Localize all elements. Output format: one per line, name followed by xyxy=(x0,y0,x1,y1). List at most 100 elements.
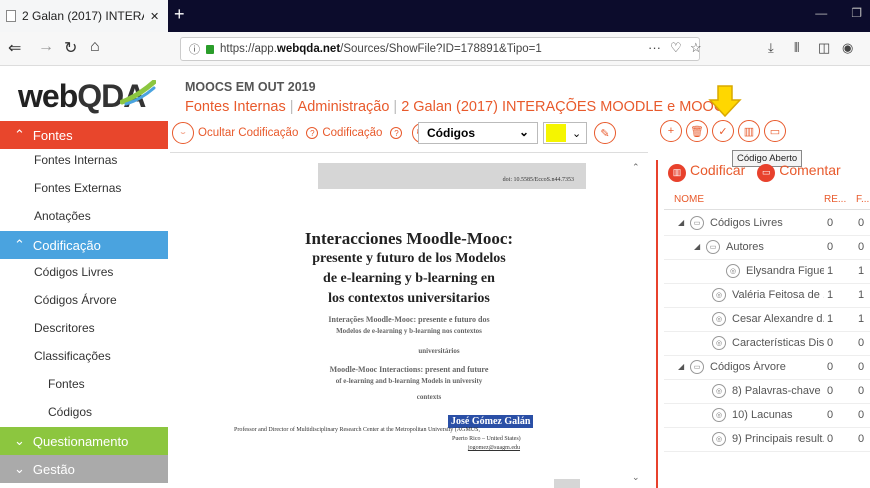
tree-row-f: 0 xyxy=(858,337,865,349)
help-icon[interactable]: ? xyxy=(306,127,319,139)
sidebar-item-codigos-livres[interactable]: Códigos Livres xyxy=(34,265,113,279)
browser-tab[interactable]: 2 Galan (2017) INTERAÇÕES M ✕ xyxy=(0,0,168,32)
sidebar-section-fontes[interactable]: ⌃ Fontes xyxy=(0,121,168,149)
hide-coding-button[interactable]: Ocultar Codificação xyxy=(198,127,298,139)
sidebar-section-questionamento[interactable]: ⌄ Questionamento xyxy=(0,427,168,455)
document-viewer[interactable]: doi: 10.5585/EccoS.n44.7353 Interaccione… xyxy=(170,152,648,488)
doc-title-line: de e-learning y b-learning en xyxy=(323,271,495,286)
close-tab-icon[interactable]: ✕ xyxy=(150,10,159,23)
doc-pt-title: universitários xyxy=(418,347,460,355)
doc-pt-title: Interações Moodle-Mooc: presente e futur… xyxy=(328,315,490,324)
back-icon[interactable]: ⇐ xyxy=(8,38,21,58)
tree-row[interactable]: ◎ Valéria Feitosa de ... 1 1 xyxy=(664,284,870,308)
tree-row-re: 1 xyxy=(827,313,834,325)
sidebar-subitem-codigos[interactable]: Códigos xyxy=(48,405,92,419)
sidebar-item-descritores[interactable]: Descritores xyxy=(34,321,95,335)
column-header-f[interactable]: F... xyxy=(856,194,869,205)
minimize-icon[interactable]: — xyxy=(815,6,827,20)
tree-row-re: 0 xyxy=(827,361,834,373)
tree-row[interactable]: ◎ 8) Palavras-chave 0 0 xyxy=(664,380,870,404)
tree-row[interactable]: ◎ Cesar Alexandre d... 1 1 xyxy=(664,308,870,332)
code-node-icon: ◎ xyxy=(712,408,726,422)
forward-icon[interactable]: → xyxy=(38,38,54,56)
column-header-nome[interactable]: NOME xyxy=(674,194,704,205)
help-icon[interactable]: ? xyxy=(390,127,403,139)
tree-row-f: 0 xyxy=(858,385,865,397)
doi-header: doi: 10.5585/EccoS.n44.7353 xyxy=(318,163,586,189)
tree-row-re: 0 xyxy=(827,241,834,253)
expand-triangle-icon[interactable]: ◢ xyxy=(694,242,700,251)
chevron-down-icon: ⌄ xyxy=(14,433,25,448)
tree-row-name: Cesar Alexandre d... xyxy=(732,313,824,325)
reload-icon[interactable]: ↻ xyxy=(64,38,77,58)
code-node-icon: ◎ xyxy=(726,264,740,278)
tree-row-f: 0 xyxy=(858,241,865,253)
tree-row-f: 1 xyxy=(858,313,865,325)
codes-select[interactable]: Códigos ⌄ xyxy=(418,122,538,144)
sidebar-item-fontes-externas[interactable]: Fontes Externas xyxy=(34,181,121,195)
tree-row[interactable]: ◎ 10) Lacunas 0 0 xyxy=(664,404,870,428)
tree-row[interactable]: ◎Elysandra Figuer...11 xyxy=(664,260,870,284)
doc-en-title: of e-learning and b-learning Models in u… xyxy=(335,377,483,385)
codificar-button[interactable]: ▥ Codificar xyxy=(668,162,745,182)
coding-button[interactable]: Codificação xyxy=(322,127,382,139)
doc-pt-title: Modelos de e-learning y b-learning nos c… xyxy=(336,327,482,335)
tree-row-re: 0 xyxy=(827,337,834,349)
highlight-color-select[interactable]: ⌄ xyxy=(543,122,587,144)
expand-triangle-icon[interactable]: ◢ xyxy=(678,362,684,371)
comentar-icon: ▭ xyxy=(757,163,776,182)
library-icon[interactable]: ⫴ xyxy=(794,40,799,56)
tree-row-f: 0 xyxy=(858,361,865,373)
delete-icon[interactable]: 🗑 xyxy=(686,120,708,142)
account-icon[interactable]: ◉ xyxy=(842,40,853,56)
sidebar-item-fontes-internas[interactable]: Fontes Internas xyxy=(34,153,117,167)
pocket-icon[interactable]: ♡ xyxy=(670,40,682,56)
expand-triangle-icon[interactable]: ◢ xyxy=(678,218,684,227)
tree-row[interactable]: ◢ ▭ Códigos Árvore 0 0 xyxy=(664,356,870,380)
restore-icon[interactable]: ❐ xyxy=(851,6,862,20)
codes-book-icon[interactable]: ▥ xyxy=(738,120,760,142)
code-node-icon: ◎ xyxy=(712,432,726,446)
breadcrumb: Fontes Internas | Administração | 2 Galan (2… xyxy=(185,99,725,115)
doc-title-line: Interacciones Moodle-Mooc: xyxy=(304,229,514,248)
sidebar-toggle-icon[interactable]: ◫ xyxy=(818,40,830,56)
home-icon[interactable]: ⌂ xyxy=(90,38,100,56)
sidebar-item-anotacoes[interactable]: Anotações xyxy=(34,209,91,223)
scroll-down-icon[interactable]: ⌄ xyxy=(632,472,640,483)
scroll-up-icon[interactable]: ⌃ xyxy=(632,162,640,173)
pencil-icon[interactable]: ✎ xyxy=(594,122,616,144)
open-code-check-icon[interactable]: ✓ xyxy=(712,120,734,142)
tree-row[interactable]: ◎Características Disr...00 xyxy=(664,332,870,356)
add-icon[interactable]: + xyxy=(660,120,682,142)
tree-row-re: 1 xyxy=(827,289,834,301)
comment-icon[interactable]: ▭ xyxy=(764,120,786,142)
sidebar-item-classificacoes[interactable]: Classificações xyxy=(34,349,111,363)
download-icon[interactable]: ⤓ xyxy=(768,40,774,56)
browser-tab-bar: 2 Galan (2017) INTERAÇÕES M ✕ + — ❐ xyxy=(0,0,870,32)
url-bar[interactable]: ⓘ https://app.webqda.net/Sources/ShowFil… xyxy=(180,37,700,61)
document-scrollbar[interactable]: ⌃ ⌄ xyxy=(628,162,646,486)
sidebar-item-codigos-arvore[interactable]: Códigos Árvore xyxy=(34,293,117,307)
info-icon[interactable]: ⓘ xyxy=(189,41,200,57)
tree-row[interactable]: ◎ 9) Principais result... 0 0 xyxy=(664,428,870,452)
sidebar-subitem-fontes[interactable]: Fontes xyxy=(48,377,85,391)
tree-row[interactable]: ◢ ▭ Códigos Livres 0 0 xyxy=(664,212,870,236)
tree-row-name: 10) Lacunas xyxy=(732,409,793,421)
sidebar-section-codificacao[interactable]: ⌃ Codificação xyxy=(0,231,168,259)
window-controls: — ❐ xyxy=(815,6,862,20)
url-text: https://app.webqda.net/Sources/ShowFile?… xyxy=(220,43,542,55)
comentar-button[interactable]: ▭ Comentar xyxy=(757,162,841,182)
new-tab-button[interactable]: + xyxy=(174,4,185,25)
code-folder-icon: ▭ xyxy=(690,360,704,374)
browser-nav-bar: ⇐ → ↻ ⌂ ⓘ https://app.webqda.net/Sources… xyxy=(0,32,870,66)
breadcrumb-item[interactable]: Administração xyxy=(298,99,390,115)
chevron-down-icon: ⌄ xyxy=(572,127,582,140)
codes-toolbar: + 🗑 ✓ ▥ ▭ xyxy=(660,120,786,146)
tree-row[interactable]: ◢ ▭ Autores 0 0 xyxy=(664,236,870,260)
bookmark-star-icon[interactable]: ☆ xyxy=(690,40,702,56)
sidebar-section-gestao[interactable]: ⌄ Gestão xyxy=(0,455,168,483)
page-actions-icon[interactable]: ··· xyxy=(648,40,661,55)
breadcrumb-item[interactable]: Fontes Internas xyxy=(185,99,286,115)
hide-coding-icon[interactable]: ⌣ xyxy=(172,122,194,144)
column-header-re[interactable]: RE... xyxy=(824,194,846,205)
